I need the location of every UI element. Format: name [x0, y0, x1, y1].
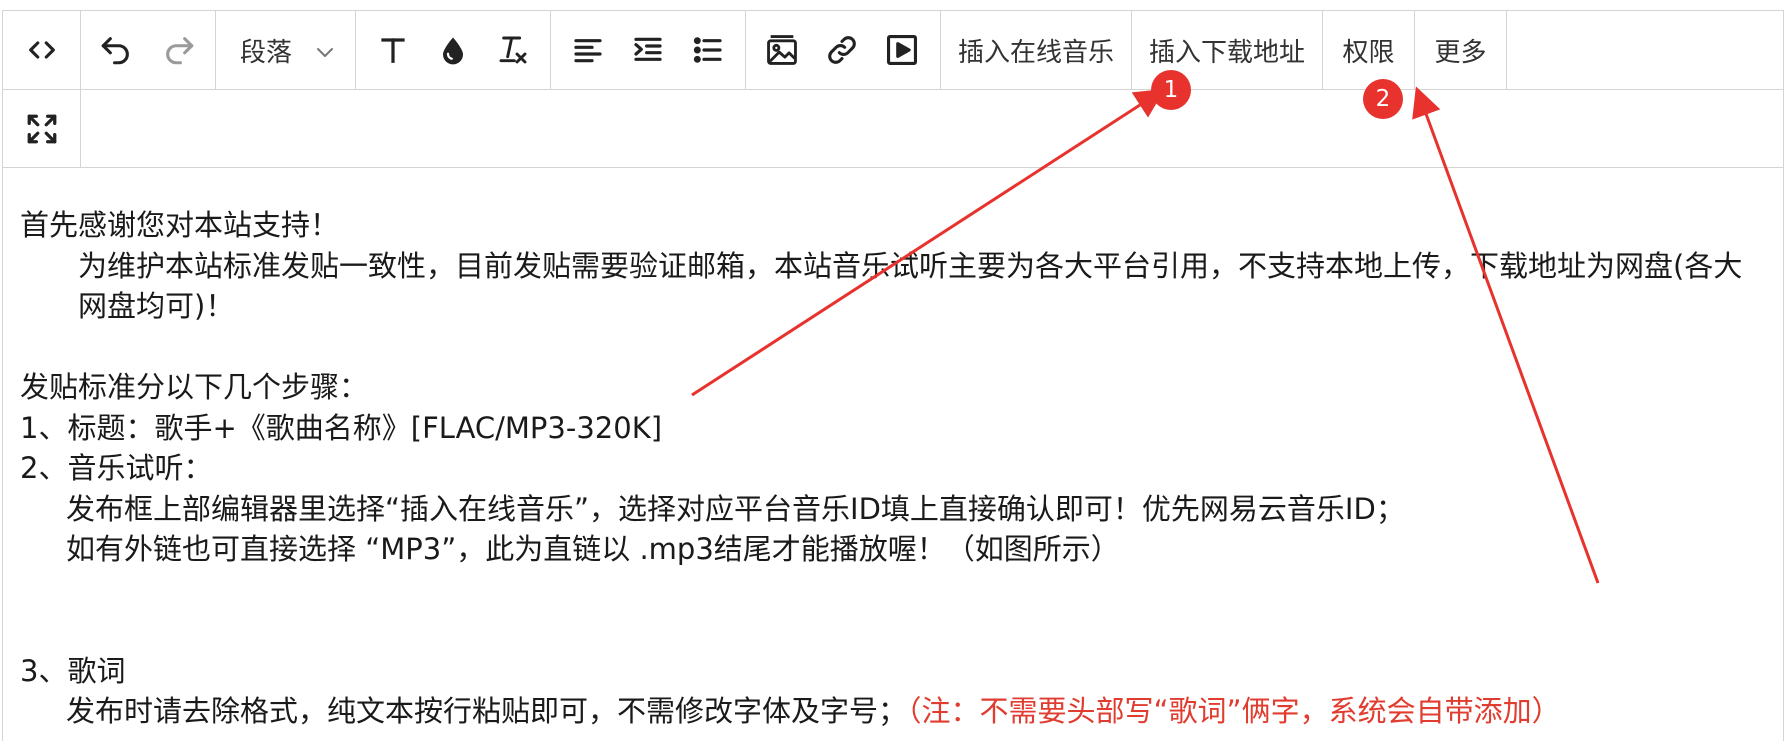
color-drop-icon — [443, 37, 463, 65]
insert-link-button[interactable] — [822, 30, 862, 70]
fullscreen-button[interactable] — [22, 109, 62, 149]
redo-icon — [166, 37, 194, 65]
fullscreen-expand-icon — [27, 114, 57, 144]
permissions-button[interactable]: 权限 — [1323, 11, 1415, 89]
paragraph-select-label: 段落 — [240, 37, 293, 68]
content-paragraph: 为维护本站标准发贴一致性，目前发贴需要验证邮箱，本站音乐试听主要为各大平台引用，… — [78, 248, 1743, 324]
link-icon — [828, 36, 856, 64]
annotation-badge-1: 1 — [1151, 70, 1191, 110]
list-icon — [693, 37, 722, 63]
content-line: 3、歌词 — [20, 653, 126, 688]
toolbar-group-fullscreen — [3, 90, 81, 168]
annotation-badge-2: 2 — [1363, 79, 1403, 119]
toolbar-group-alignment — [551, 11, 746, 89]
image-icon — [767, 35, 797, 65]
undo-button[interactable] — [96, 30, 136, 70]
clear-format-icon — [499, 36, 527, 64]
toolbar-group-text — [356, 11, 551, 89]
chevron-down-icon — [317, 48, 333, 57]
more-button[interactable]: 更多 — [1415, 11, 1507, 89]
insert-online-music-button[interactable]: 插入在线音乐 — [941, 11, 1132, 89]
editor-toolbar-row2 — [3, 90, 1783, 168]
content-line: 发布时请去除格式，纯文本按行粘贴即可，不需修改字体及字号；（注：不需要头部写“歌… — [20, 691, 1770, 732]
indent-button[interactable] — [628, 30, 668, 70]
content-line: 发布框上部编辑器里选择“插入在线音乐”，选择对应平台音乐ID填上直接确认即可！优… — [66, 491, 1405, 526]
toolbar-group-history — [81, 11, 216, 89]
undo-icon — [101, 37, 129, 65]
code-icon — [29, 41, 55, 59]
align-left-button[interactable] — [568, 30, 608, 70]
text-t-icon — [381, 38, 405, 63]
paragraph-select[interactable]: 段落 — [216, 11, 356, 89]
lyrics-note: （注：不需要头部写“歌词”俩字，系统会自带添加） — [907, 694, 1561, 728]
clear-format-button[interactable] — [493, 30, 533, 70]
content-line: 如有外链也可直接选择 “MP3”，此为直链以 .mp3结尾才能播放喔！（如图所示… — [66, 532, 1120, 566]
align-left-icon — [574, 39, 602, 63]
redo-button[interactable] — [159, 30, 199, 70]
content-line: 首先感谢您对本站支持！ — [20, 208, 340, 242]
content-line: 2、音乐试听： — [20, 451, 213, 485]
toolbar-group-media — [746, 11, 941, 89]
lyrics-instruction: 发布时请去除格式，纯文本按行粘贴即可，不需修改字体及字号； — [66, 694, 908, 728]
insert-video-button[interactable] — [882, 30, 922, 70]
play-video-icon — [886, 34, 918, 66]
indent-icon — [634, 37, 662, 61]
content-line: 1、标题：歌手+《歌曲名称》[FLAC/MP3-320K] — [20, 410, 663, 445]
bullet-list-button[interactable] — [688, 30, 728, 70]
insert-image-button[interactable] — [762, 30, 802, 70]
toolbar-group-code — [3, 11, 81, 89]
text-color-button[interactable] — [433, 30, 473, 70]
editor-toolbar: 段落 插入在线音乐 插入下载地址 权限 更多 — [3, 11, 1783, 90]
code-view-button[interactable] — [22, 30, 62, 70]
font-size-button[interactable] — [373, 30, 413, 70]
content-line: 发贴标准分以下几个步骤： — [20, 370, 369, 404]
editor-content[interactable]: 首先感谢您对本站支持！ 为维护本站标准发贴一致性，目前发贴需要验证邮箱，本站音乐… — [20, 205, 1770, 732]
